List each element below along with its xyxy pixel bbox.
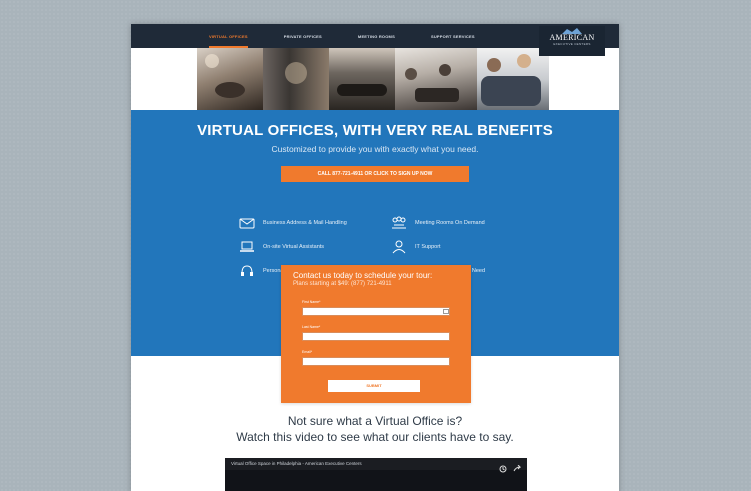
feature-mail: Business Address & Mail Handling — [239, 216, 347, 230]
autofill-icon[interactable] — [443, 309, 449, 314]
feature-assistants: On-site Virtual Assistants — [239, 240, 324, 254]
first-name-field[interactable] — [302, 307, 450, 316]
email-field[interactable] — [302, 357, 450, 366]
mail-icon — [239, 218, 255, 229]
video-prompt: Watch this video to see what our clients… — [236, 430, 514, 444]
video-title[interactable]: Virtual Office Space in Philadelphia - A… — [231, 461, 362, 466]
laptop-icon — [240, 241, 254, 252]
video-controls — [493, 460, 522, 473]
first-name-label: First Name* — [302, 300, 321, 304]
feature-label: IT Support — [415, 244, 441, 250]
contact-form: Contact us today to schedule your tour: … — [281, 265, 471, 403]
form-plans-text: Plans starting at $49: (877) 721-4911 — [293, 281, 392, 287]
landing-page: VIRTUAL OFFICES PRIVATE OFFICES MEETING … — [131, 24, 619, 491]
nav-meeting-rooms[interactable]: MEETING ROOMS — [358, 24, 395, 48]
share-icon[interactable] — [513, 460, 522, 472]
email-label: Email* — [302, 350, 313, 354]
boardroom-photo — [329, 48, 395, 110]
last-name-field[interactable] — [302, 332, 450, 341]
reception-photo — [263, 48, 329, 110]
meeting-photo — [395, 48, 477, 110]
nav-support-services[interactable]: SUPPORT SERVICES — [431, 24, 475, 48]
feature-label: Business Address & Mail Handling — [263, 220, 347, 226]
video-question: Not sure what a Virtual Office is? — [287, 414, 463, 428]
form-heading: Contact us today to schedule your tour: — [293, 271, 433, 280]
last-name-label: Last Name* — [302, 325, 321, 329]
feature-meeting: Meeting Rooms On Demand — [391, 216, 485, 230]
photo-strip — [197, 48, 549, 110]
hero-subtitle: Customized to provide you with exactly w… — [271, 144, 479, 154]
feature-label: Meeting Rooms On Demand — [415, 220, 485, 226]
call-signup-button[interactable]: CALL 877-721-4911 OR CLICK TO SIGN UP NO… — [281, 166, 469, 182]
feature-label: On-site Virtual Assistants — [263, 244, 325, 250]
video-player[interactable]: Virtual Office Space in Philadelphia - A… — [225, 458, 527, 491]
headset-icon — [241, 265, 253, 276]
feature-it-support: IT Support — [391, 240, 441, 254]
it-support-icon — [392, 240, 406, 254]
meeting-icon — [392, 216, 406, 229]
brand-logo[interactable]: AMERICAN EXECUTIVE CENTERS — [539, 26, 605, 56]
logo-tagline: EXECUTIVE CENTERS — [553, 42, 591, 46]
main-nav: VIRTUAL OFFICES PRIVATE OFFICES MEETING … — [209, 24, 511, 48]
logo-name: AMERICAN — [549, 33, 595, 42]
submit-button[interactable]: SUBMIT — [328, 380, 420, 392]
nav-virtual-offices[interactable]: VIRTUAL OFFICES — [209, 24, 248, 48]
watch-later-icon[interactable] — [499, 460, 507, 473]
hero-title: VIRTUAL OFFICES, WITH VERY REAL BENEFITS — [197, 122, 553, 139]
business-people-photo — [477, 48, 549, 110]
lobby-photo — [197, 48, 263, 110]
nav-private-offices[interactable]: PRIVATE OFFICES — [284, 24, 322, 48]
